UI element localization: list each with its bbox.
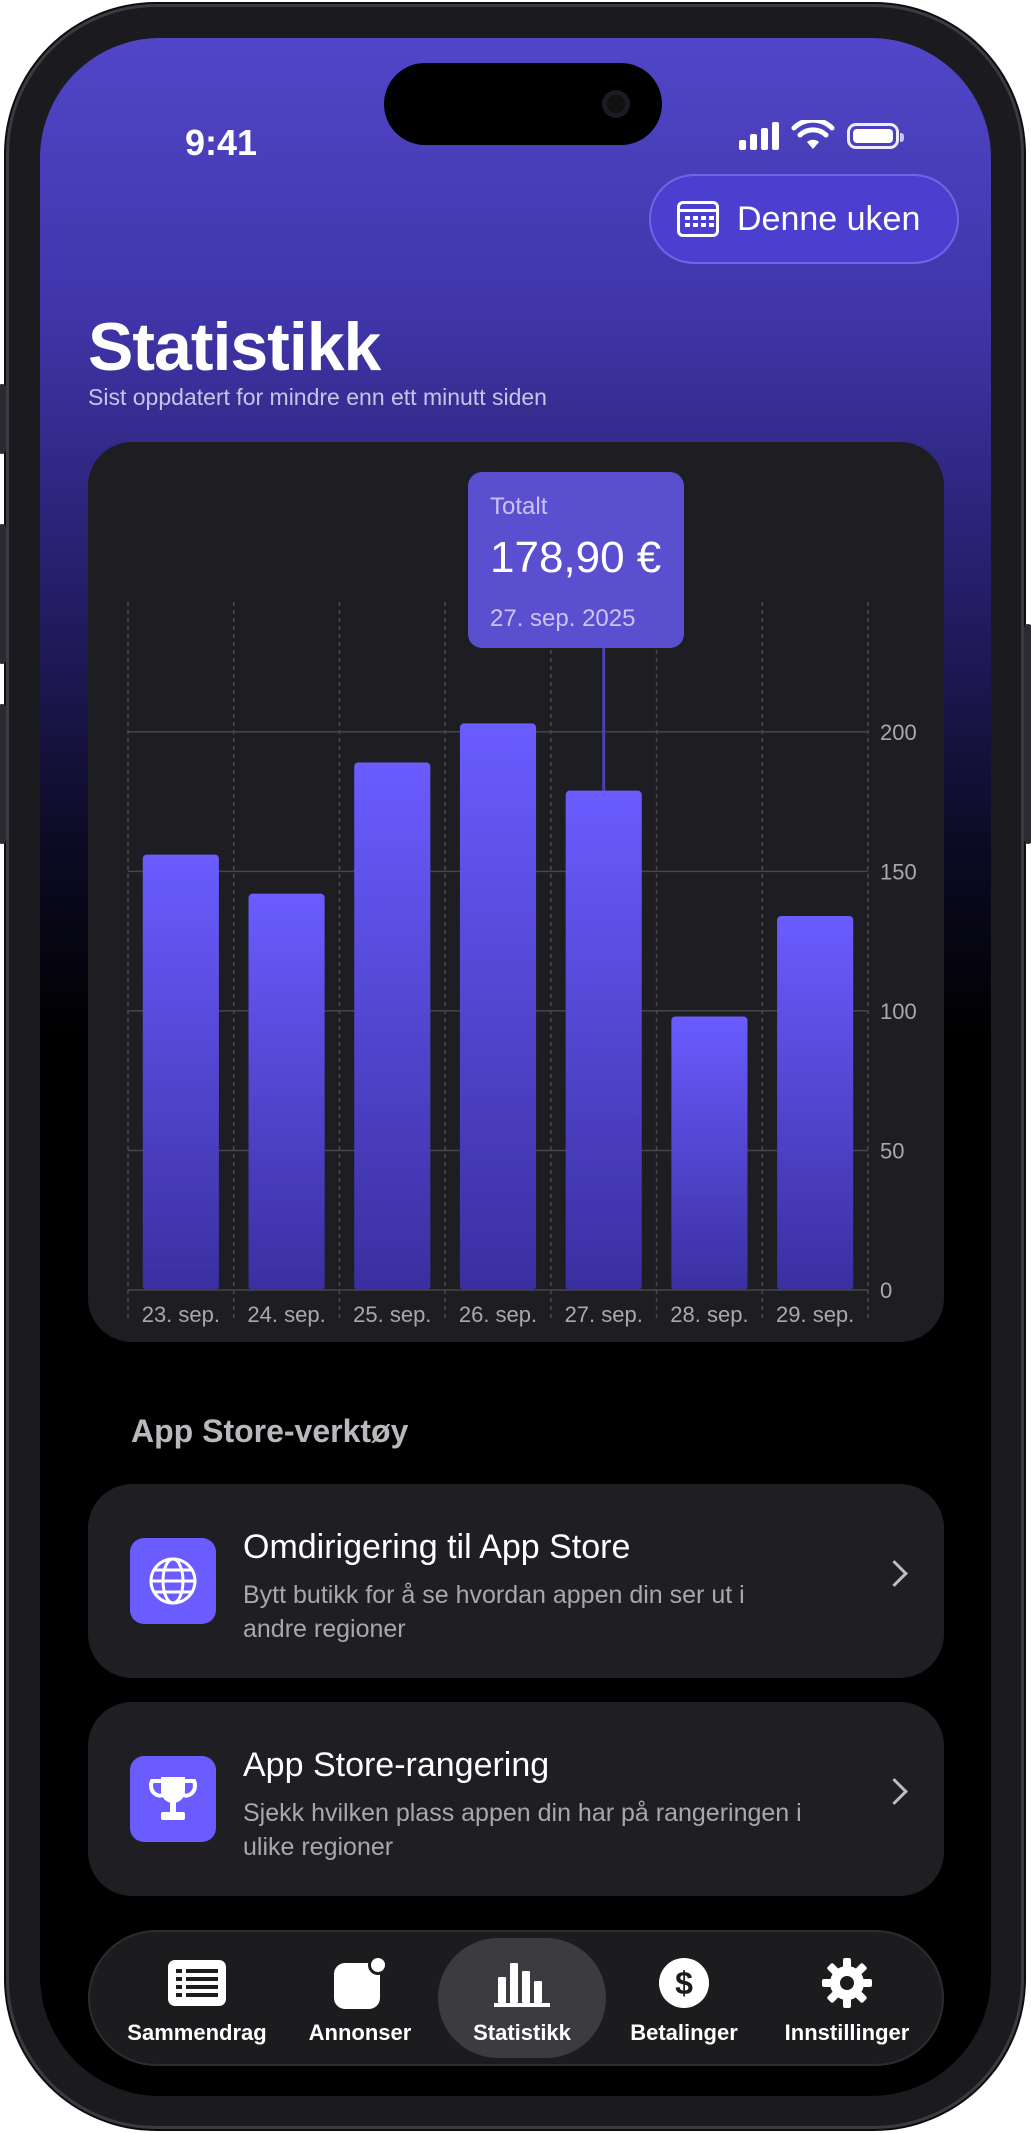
x-tick-label: 27. sep.: [565, 1302, 643, 1327]
mute-switch: [0, 384, 6, 454]
y-tick-label: 50: [880, 1138, 904, 1163]
bar[interactable]: [777, 915, 854, 1290]
calendar-icon: [677, 201, 719, 237]
x-tick-label: 25. sep.: [353, 1302, 431, 1327]
battery-icon: [847, 123, 904, 149]
bar-chart[interactable]: 0 50 100 150 200 23. sep. 24. sep. 25. sep. 26. …: [88, 442, 944, 1342]
chevron-right-icon: [881, 1778, 908, 1805]
tab-innstillinger[interactable]: Innstillinger: [762, 1932, 932, 2064]
tab-bar: Sammendrag Annonser Statistikk $ Betalin…: [88, 1930, 944, 2066]
bar[interactable]: [459, 723, 537, 1290]
bar-chart-icon: [494, 1956, 550, 2010]
date-range-button[interactable]: Denne uken: [649, 174, 959, 264]
y-tick-label: 100: [880, 999, 917, 1024]
y-tick-label: 150: [880, 859, 917, 884]
tool-description: Bytt butikk for å se hvordan appen din s…: [243, 1581, 745, 1643]
tool-title: App Store-rangering: [243, 1746, 550, 1784]
gear-icon: [820, 1956, 874, 2010]
status-time: 9:41: [185, 122, 258, 163]
tab-betalinger[interactable]: $ Betalinger: [604, 1932, 764, 2064]
redirect-card[interactable]: Omdirigering til App Store Bytt butikk f…: [88, 1484, 944, 1678]
date-range-label: Denne uken: [737, 199, 921, 238]
bar[interactable]: [565, 790, 642, 1290]
list-icon: [168, 1956, 226, 2010]
signal-icon: [739, 122, 779, 150]
bar[interactable]: [248, 893, 325, 1290]
status-icons: [739, 120, 904, 152]
tab-statistikk[interactable]: Statistikk: [438, 1932, 606, 2064]
ranking-card[interactable]: App Store-rangering Sjekk hvilken plass …: [88, 1702, 944, 1896]
tab-label: Sammendrag: [127, 2020, 267, 2045]
ads-icon: [332, 1955, 388, 2010]
volume-up-button: [0, 524, 6, 664]
tool-title: Omdirigering til App Store: [243, 1528, 631, 1566]
screen: 9:41 Denne uken Statistikk Sist oppdater…: [40, 38, 991, 2096]
page-title: Statistikk: [88, 309, 381, 385]
x-tick-label: 26. sep.: [459, 1302, 537, 1327]
bar[interactable]: [142, 854, 219, 1290]
bar[interactable]: [354, 762, 431, 1290]
camera: [602, 90, 630, 118]
chart-card: 0 50 100 150 200 23. sep. 24. sep. 25. sep. 26. …: [88, 442, 944, 1342]
dollar-icon: $: [658, 1956, 710, 2010]
tab-label: Innstillinger: [784, 2020, 910, 2045]
wifi-icon: [791, 120, 835, 149]
y-tick-label: 0: [880, 1278, 892, 1303]
x-tick-label: 23. sep.: [142, 1302, 220, 1327]
phone-frame: 9:41 Denne uken Statistikk Sist oppdater…: [0, 4, 1031, 2129]
tool-description: Sjekk hvilken plass appen din har på ran…: [243, 1799, 802, 1861]
x-tick-label: 24. sep.: [247, 1302, 325, 1327]
x-tick-label: 28. sep.: [670, 1302, 748, 1327]
tab-label: Statistikk: [473, 2020, 571, 2045]
tooltip-value: 178,90 €: [490, 533, 661, 582]
chevron-right-icon: [881, 1560, 908, 1587]
power-button: [1024, 624, 1031, 844]
trophy-icon: [130, 1756, 216, 1842]
svg-text:$: $: [675, 1965, 693, 2001]
bar[interactable]: [671, 1016, 748, 1290]
tab-sammendrag[interactable]: Sammendrag: [112, 1932, 282, 2064]
y-tick-label: 200: [880, 720, 917, 745]
last-updated-text: Sist oppdatert for mindre enn ett minutt…: [88, 384, 547, 410]
globe-icon: [130, 1538, 216, 1624]
tab-annonser[interactable]: Annonser: [280, 1932, 440, 2064]
tab-label: Annonser: [308, 2020, 412, 2045]
tooltip-label: Totalt: [490, 493, 548, 520]
tab-label: Betalinger: [630, 2020, 738, 2045]
x-tick-label: 29. sep.: [776, 1302, 854, 1327]
tooltip-date: 27. sep. 2025: [490, 605, 635, 632]
volume-down-button: [0, 704, 6, 844]
dynamic-island: [384, 63, 662, 145]
section-title: App Store-verktøy: [131, 1413, 409, 1449]
